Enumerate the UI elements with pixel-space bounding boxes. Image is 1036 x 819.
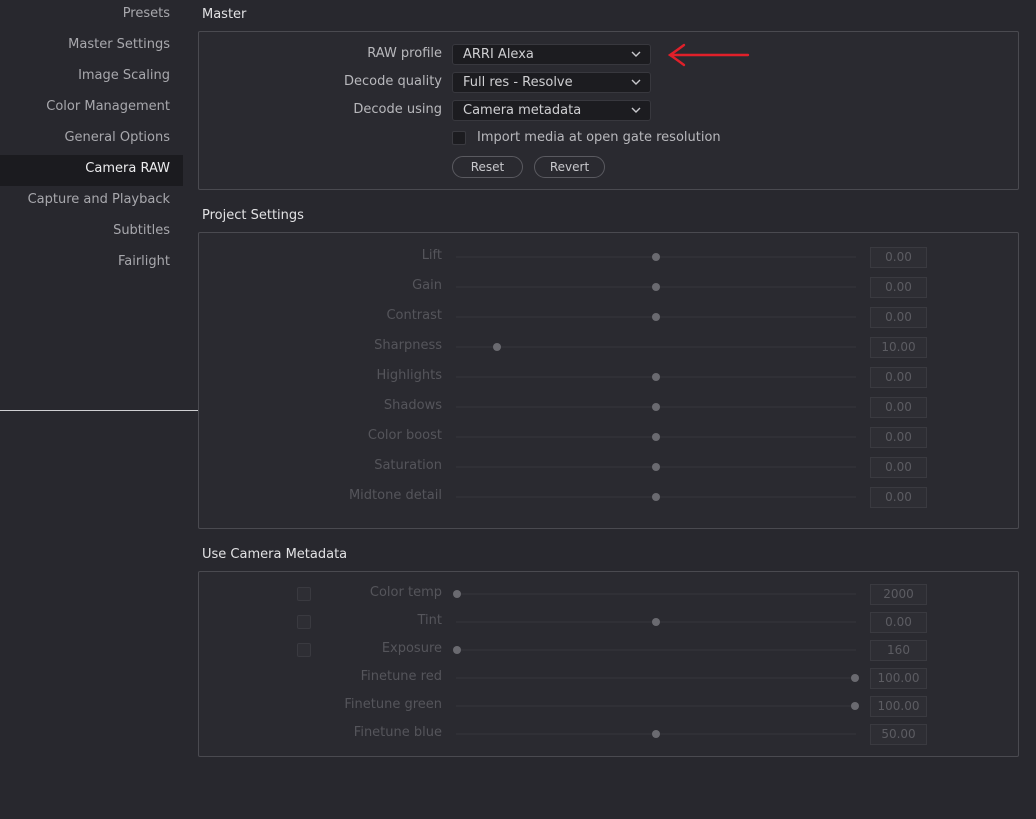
color-boost-slider-handle[interactable] bbox=[652, 433, 660, 441]
reset-button[interactable]: Reset bbox=[452, 156, 523, 178]
master-section-title: Master bbox=[202, 7, 247, 22]
highlights-label: Highlights bbox=[376, 368, 442, 383]
sidebar-item-fairlight[interactable]: Fairlight bbox=[0, 248, 183, 279]
shadows-label: Shadows bbox=[383, 398, 442, 413]
finetune-blue-value-field[interactable]: 50.00 bbox=[870, 724, 927, 745]
sidebar-item-image-scaling[interactable]: Image Scaling bbox=[0, 62, 183, 93]
finetune-blue-slider-handle[interactable] bbox=[652, 730, 660, 738]
sharpness-value-field[interactable]: 10.00 bbox=[870, 337, 927, 358]
chevron-down-icon bbox=[631, 51, 641, 57]
saturation-label: Saturation bbox=[374, 458, 442, 473]
decode-quality-label: Decode quality bbox=[344, 74, 442, 89]
open-gate-checkbox[interactable] bbox=[452, 131, 466, 145]
lift-label: Lift bbox=[421, 248, 442, 263]
sharpness-slider[interactable] bbox=[456, 346, 856, 348]
gain-label: Gain bbox=[412, 278, 442, 293]
sidebar-item-color-management[interactable]: Color Management bbox=[0, 93, 183, 124]
divider-line bbox=[0, 410, 198, 411]
sidebar-item-subtitles[interactable]: Subtitles bbox=[0, 217, 183, 248]
sidebar-item-master-settings[interactable]: Master Settings bbox=[0, 31, 183, 62]
decode-using-value: Camera metadata bbox=[463, 103, 582, 118]
decode-quality-dropdown[interactable]: Full res - Resolve bbox=[452, 72, 651, 93]
red-arrow-annotation-icon bbox=[667, 43, 750, 67]
color-boost-value-field[interactable]: 0.00 bbox=[870, 427, 927, 448]
finetune-green-slider[interactable] bbox=[456, 705, 856, 707]
finetune-red-value-field[interactable]: 100.00 bbox=[870, 668, 927, 689]
sidebar-item-capture-and-playback[interactable]: Capture and Playback bbox=[0, 186, 183, 217]
chevron-down-icon bbox=[631, 79, 641, 85]
exposure-value-field[interactable]: 160 bbox=[870, 640, 927, 661]
revert-button[interactable]: Revert bbox=[534, 156, 605, 178]
tint-value-field[interactable]: 0.00 bbox=[870, 612, 927, 633]
midtone-detail-value-field[interactable]: 0.00 bbox=[870, 487, 927, 508]
chevron-down-icon bbox=[631, 107, 641, 113]
tint-slider-handle[interactable] bbox=[652, 618, 660, 626]
raw-profile-value: ARRI Alexa bbox=[463, 47, 534, 62]
midtone-detail-slider-handle[interactable] bbox=[652, 493, 660, 501]
sidebar-item-camera-raw[interactable]: Camera RAW bbox=[0, 155, 183, 186]
sharpness-slider-handle[interactable] bbox=[492, 343, 501, 351]
finetune-green-slider-handle[interactable] bbox=[851, 702, 859, 710]
saturation-slider-handle[interactable] bbox=[652, 463, 660, 471]
open-gate-label: Import media at open gate resolution bbox=[477, 130, 721, 145]
midtone-detail-label: Midtone detail bbox=[348, 488, 442, 503]
contrast-label: Contrast bbox=[386, 308, 442, 323]
tint-label: Tint bbox=[417, 613, 443, 628]
finetune-red-slider[interactable] bbox=[456, 677, 856, 679]
color-temp-slider-handle[interactable] bbox=[453, 590, 461, 598]
highlights-value-field[interactable]: 0.00 bbox=[870, 367, 927, 388]
sidebar-item-general-options[interactable]: General Options bbox=[0, 124, 183, 155]
contrast-slider-handle[interactable] bbox=[652, 313, 660, 321]
shadows-slider-handle[interactable] bbox=[652, 403, 660, 411]
exposure-slider-handle[interactable] bbox=[453, 646, 461, 654]
finetune-green-label: Finetune green bbox=[344, 697, 442, 712]
sharpness-label: Sharpness bbox=[374, 338, 442, 353]
decode-using-label: Decode using bbox=[353, 102, 442, 117]
color-temp-value-field[interactable]: 2000 bbox=[870, 584, 927, 605]
color-temp-label: Color temp bbox=[369, 585, 442, 600]
raw-profile-label: RAW profile bbox=[367, 46, 442, 61]
decode-quality-value: Full res - Resolve bbox=[463, 75, 573, 90]
finetune-green-value-field[interactable]: 100.00 bbox=[870, 696, 927, 717]
finetune-blue-label: Finetune blue bbox=[353, 725, 442, 740]
exposure-slider[interactable] bbox=[456, 649, 856, 651]
lift-value-field[interactable]: 0.00 bbox=[870, 247, 927, 268]
highlights-slider-handle[interactable] bbox=[652, 373, 660, 381]
shadows-value-field[interactable]: 0.00 bbox=[870, 397, 927, 418]
camera-metadata-title: Use Camera Metadata bbox=[202, 547, 348, 562]
decode-using-dropdown[interactable]: Camera metadata bbox=[452, 100, 651, 121]
lift-slider-handle[interactable] bbox=[652, 253, 660, 261]
sidebar-item-presets[interactable]: Presets bbox=[0, 0, 183, 31]
raw-profile-dropdown[interactable]: ARRI Alexa bbox=[452, 44, 651, 65]
contrast-value-field[interactable]: 0.00 bbox=[870, 307, 927, 328]
gain-value-field[interactable]: 0.00 bbox=[870, 277, 927, 298]
gain-slider-handle[interactable] bbox=[652, 283, 660, 291]
exposure-label: Exposure bbox=[381, 641, 442, 656]
color-boost-label: Color boost bbox=[367, 428, 442, 443]
finetune-red-label: Finetune red bbox=[360, 669, 442, 684]
project-settings-title: Project Settings bbox=[202, 208, 304, 223]
color-temp-slider[interactable] bbox=[456, 593, 856, 595]
finetune-red-slider-handle[interactable] bbox=[851, 674, 859, 682]
saturation-value-field[interactable]: 0.00 bbox=[870, 457, 927, 478]
